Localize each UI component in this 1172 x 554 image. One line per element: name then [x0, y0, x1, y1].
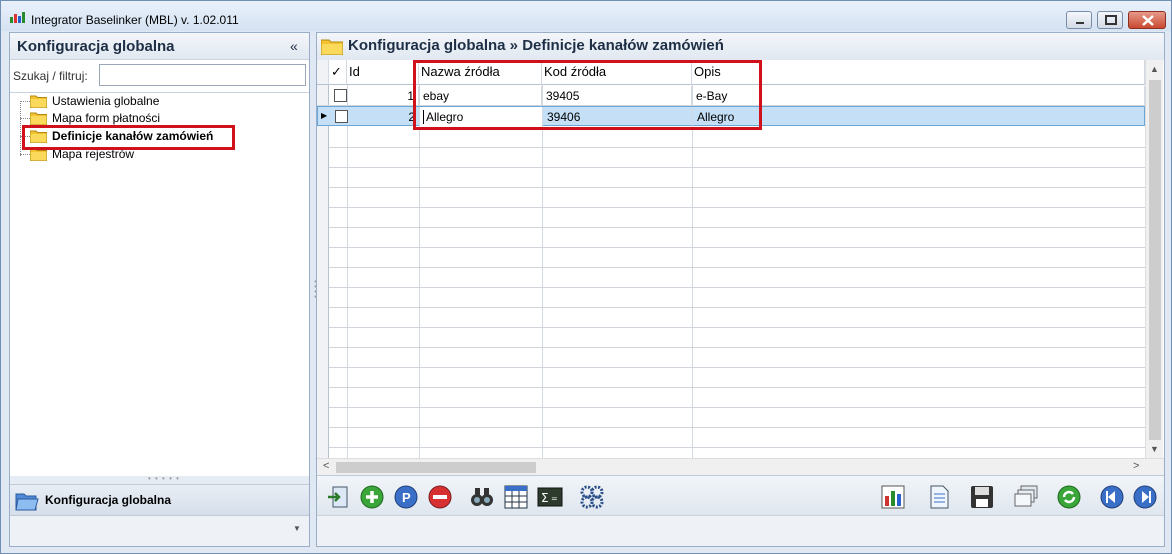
scroll-down-icon[interactable]: ▼	[1150, 444, 1159, 454]
content-bottom-bar	[317, 515, 1164, 546]
search-input[interactable]	[99, 64, 306, 86]
cell-id[interactable]: 1	[347, 86, 419, 106]
row-indicator-header	[317, 60, 329, 85]
vertical-scrollbar[interactable]: ▲ ▼	[1145, 60, 1163, 458]
horizontal-scrollbar[interactable]: < >	[317, 458, 1164, 475]
annotation-highlight-columns	[413, 60, 762, 130]
folder-icon	[321, 39, 343, 55]
svg-text:=: =	[551, 494, 558, 503]
panel-splitter-handle[interactable]: • • • • •	[10, 474, 309, 484]
row-indicator-column	[317, 85, 329, 458]
scroll-right-icon[interactable]: >	[1133, 460, 1139, 472]
close-icon	[1142, 15, 1154, 26]
navigation-panel: Konfiguracja globalna « Szukaj / filtruj…	[9, 32, 310, 547]
next-icon[interactable]	[1132, 484, 1158, 510]
minimize-button[interactable]	[1066, 11, 1092, 29]
scroll-thumb-horizontal[interactable]	[336, 462, 536, 473]
scroll-left-icon[interactable]: <	[323, 460, 329, 472]
maximize-button[interactable]	[1097, 11, 1123, 29]
add-icon[interactable]	[359, 484, 385, 510]
content-header: Konfiguracja globalna » Definicje kanałó…	[317, 33, 1164, 60]
calendar-grid-icon[interactable]	[503, 484, 529, 510]
search-label: Szukaj / filtruj:	[13, 69, 88, 83]
cell-id[interactable]: 2	[348, 107, 420, 127]
tree-item-label: Ustawienia globalne	[52, 94, 160, 108]
edit-icon[interactable]: P	[393, 484, 419, 510]
svg-text:P: P	[402, 490, 411, 505]
window-title: Integrator Baselinker (MBL) v. 1.02.011	[31, 13, 239, 27]
annotation-highlight-tree	[22, 125, 235, 150]
refresh-icon[interactable]	[1056, 484, 1082, 510]
navigation-bottom-bar: ▼	[10, 516, 309, 546]
folder-open-icon	[15, 493, 39, 511]
scroll-up-icon[interactable]: ▲	[1150, 64, 1159, 74]
breadcrumb: Konfiguracja globalna » Definicje kanałó…	[348, 37, 724, 54]
app-window: Integrator Baselinker (MBL) v. 1.02.011 …	[0, 0, 1172, 554]
folder-icon	[30, 112, 47, 125]
minimize-icon	[1076, 22, 1084, 24]
collapse-panel-button[interactable]: «	[290, 38, 298, 54]
action-toolbar: P Σ =	[317, 475, 1164, 515]
delete-icon[interactable]	[427, 484, 453, 510]
sum-icon[interactable]: Σ =	[537, 484, 563, 510]
navigation-header: Konfiguracja globalna «	[10, 33, 309, 60]
scroll-thumb[interactable]	[1149, 80, 1161, 440]
close-button[interactable]	[1128, 11, 1166, 29]
tree-item-label: Mapa form płatności	[52, 111, 161, 125]
app-logo-icon	[10, 12, 25, 23]
find-icon[interactable]	[469, 484, 495, 510]
column-header-check[interactable]: ✓	[329, 60, 347, 85]
restore-icon	[1105, 15, 1117, 25]
previous-icon[interactable]	[1099, 484, 1125, 510]
report-icon[interactable]	[880, 484, 906, 510]
content-panel: Konfiguracja globalna » Definicje kanałó…	[316, 32, 1165, 547]
row-checkbox[interactable]	[335, 110, 348, 123]
current-row-icon: ▶	[321, 111, 328, 120]
row-checkbox[interactable]	[334, 89, 347, 102]
folder-icon	[30, 95, 47, 108]
tree-item-ustawienia-globalne[interactable]: Ustawienia globalne	[20, 93, 280, 110]
document-icon[interactable]	[926, 484, 952, 510]
svg-text:Σ: Σ	[541, 491, 549, 505]
navigation-title: Konfiguracja globalna	[17, 38, 175, 55]
windows-icon[interactable]	[1013, 484, 1039, 510]
title-bar: Integrator Baselinker (MBL) v. 1.02.011	[1, 1, 1171, 31]
save-icon[interactable]	[969, 484, 995, 510]
column-header-id[interactable]: Id	[347, 60, 419, 85]
chevron-down-icon[interactable]: ▼	[293, 524, 301, 533]
exit-icon[interactable]	[325, 484, 351, 510]
settings-icon[interactable]	[579, 484, 605, 510]
navigation-footer[interactable]: Konfiguracja globalna	[10, 484, 309, 516]
navigation-footer-label: Konfiguracja globalna	[45, 493, 172, 507]
